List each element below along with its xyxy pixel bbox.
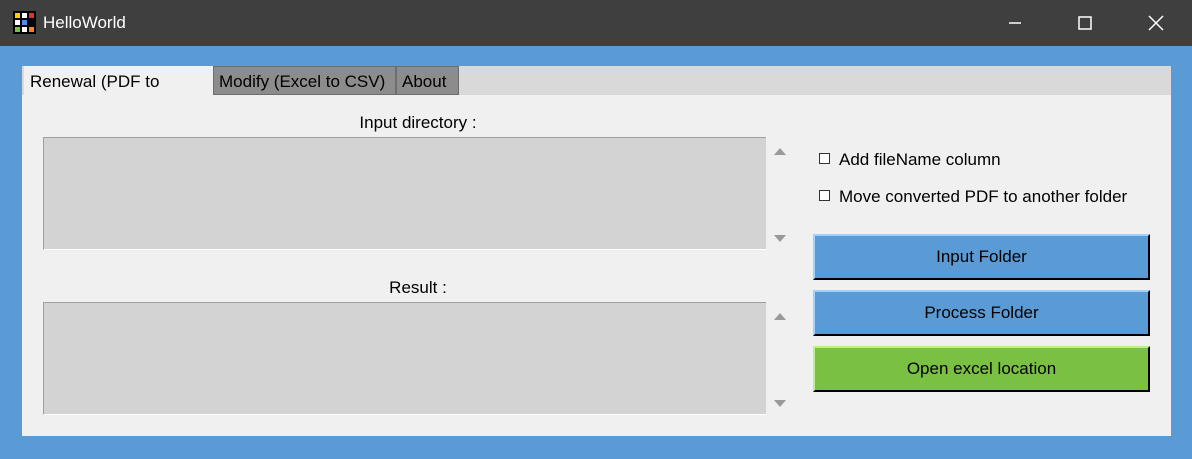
input-directory-textbox[interactable]	[43, 137, 766, 250]
input-scroll-down-icon[interactable]	[774, 235, 786, 242]
result-textbox[interactable]	[43, 302, 766, 415]
input-directory-label: Input directory :	[359, 113, 477, 132]
close-icon	[1148, 15, 1164, 31]
move-pdf-label: Move converted PDF to another folder	[839, 187, 1128, 206]
result-label: Result :	[389, 278, 447, 297]
move-pdf-checkbox[interactable]	[819, 190, 830, 201]
input-folder-button[interactable]: Input Folder	[813, 234, 1150, 280]
app-window: HelloWorld Renewal (PDF to Excel) Modify…	[0, 0, 1192, 459]
maximize-icon	[1078, 16, 1092, 30]
result-scroll-up-icon[interactable]	[774, 313, 786, 320]
add-filename-label: Add fileName column	[839, 150, 1001, 169]
input-scroll-up-icon[interactable]	[774, 148, 786, 155]
maximize-button[interactable]	[1050, 0, 1120, 46]
window-title: HelloWorld	[43, 13, 126, 32]
tab-about[interactable]: About	[396, 66, 459, 95]
app-logo-icon	[13, 11, 36, 34]
minimize-button[interactable]	[980, 0, 1050, 46]
add-filename-checkbox[interactable]	[819, 153, 830, 164]
open-excel-location-button[interactable]: Open excel location	[813, 346, 1150, 392]
close-button[interactable]	[1121, 0, 1191, 46]
process-folder-button[interactable]: Process Folder	[813, 290, 1150, 336]
tab-renewal[interactable]: Renewal (PDF to Excel)	[24, 66, 213, 120]
title-bar[interactable]: HelloWorld	[0, 0, 1192, 46]
tab-modify[interactable]: Modify (Excel to CSV)	[213, 66, 396, 95]
minimize-icon	[1009, 22, 1021, 24]
result-scroll-down-icon[interactable]	[774, 400, 786, 407]
